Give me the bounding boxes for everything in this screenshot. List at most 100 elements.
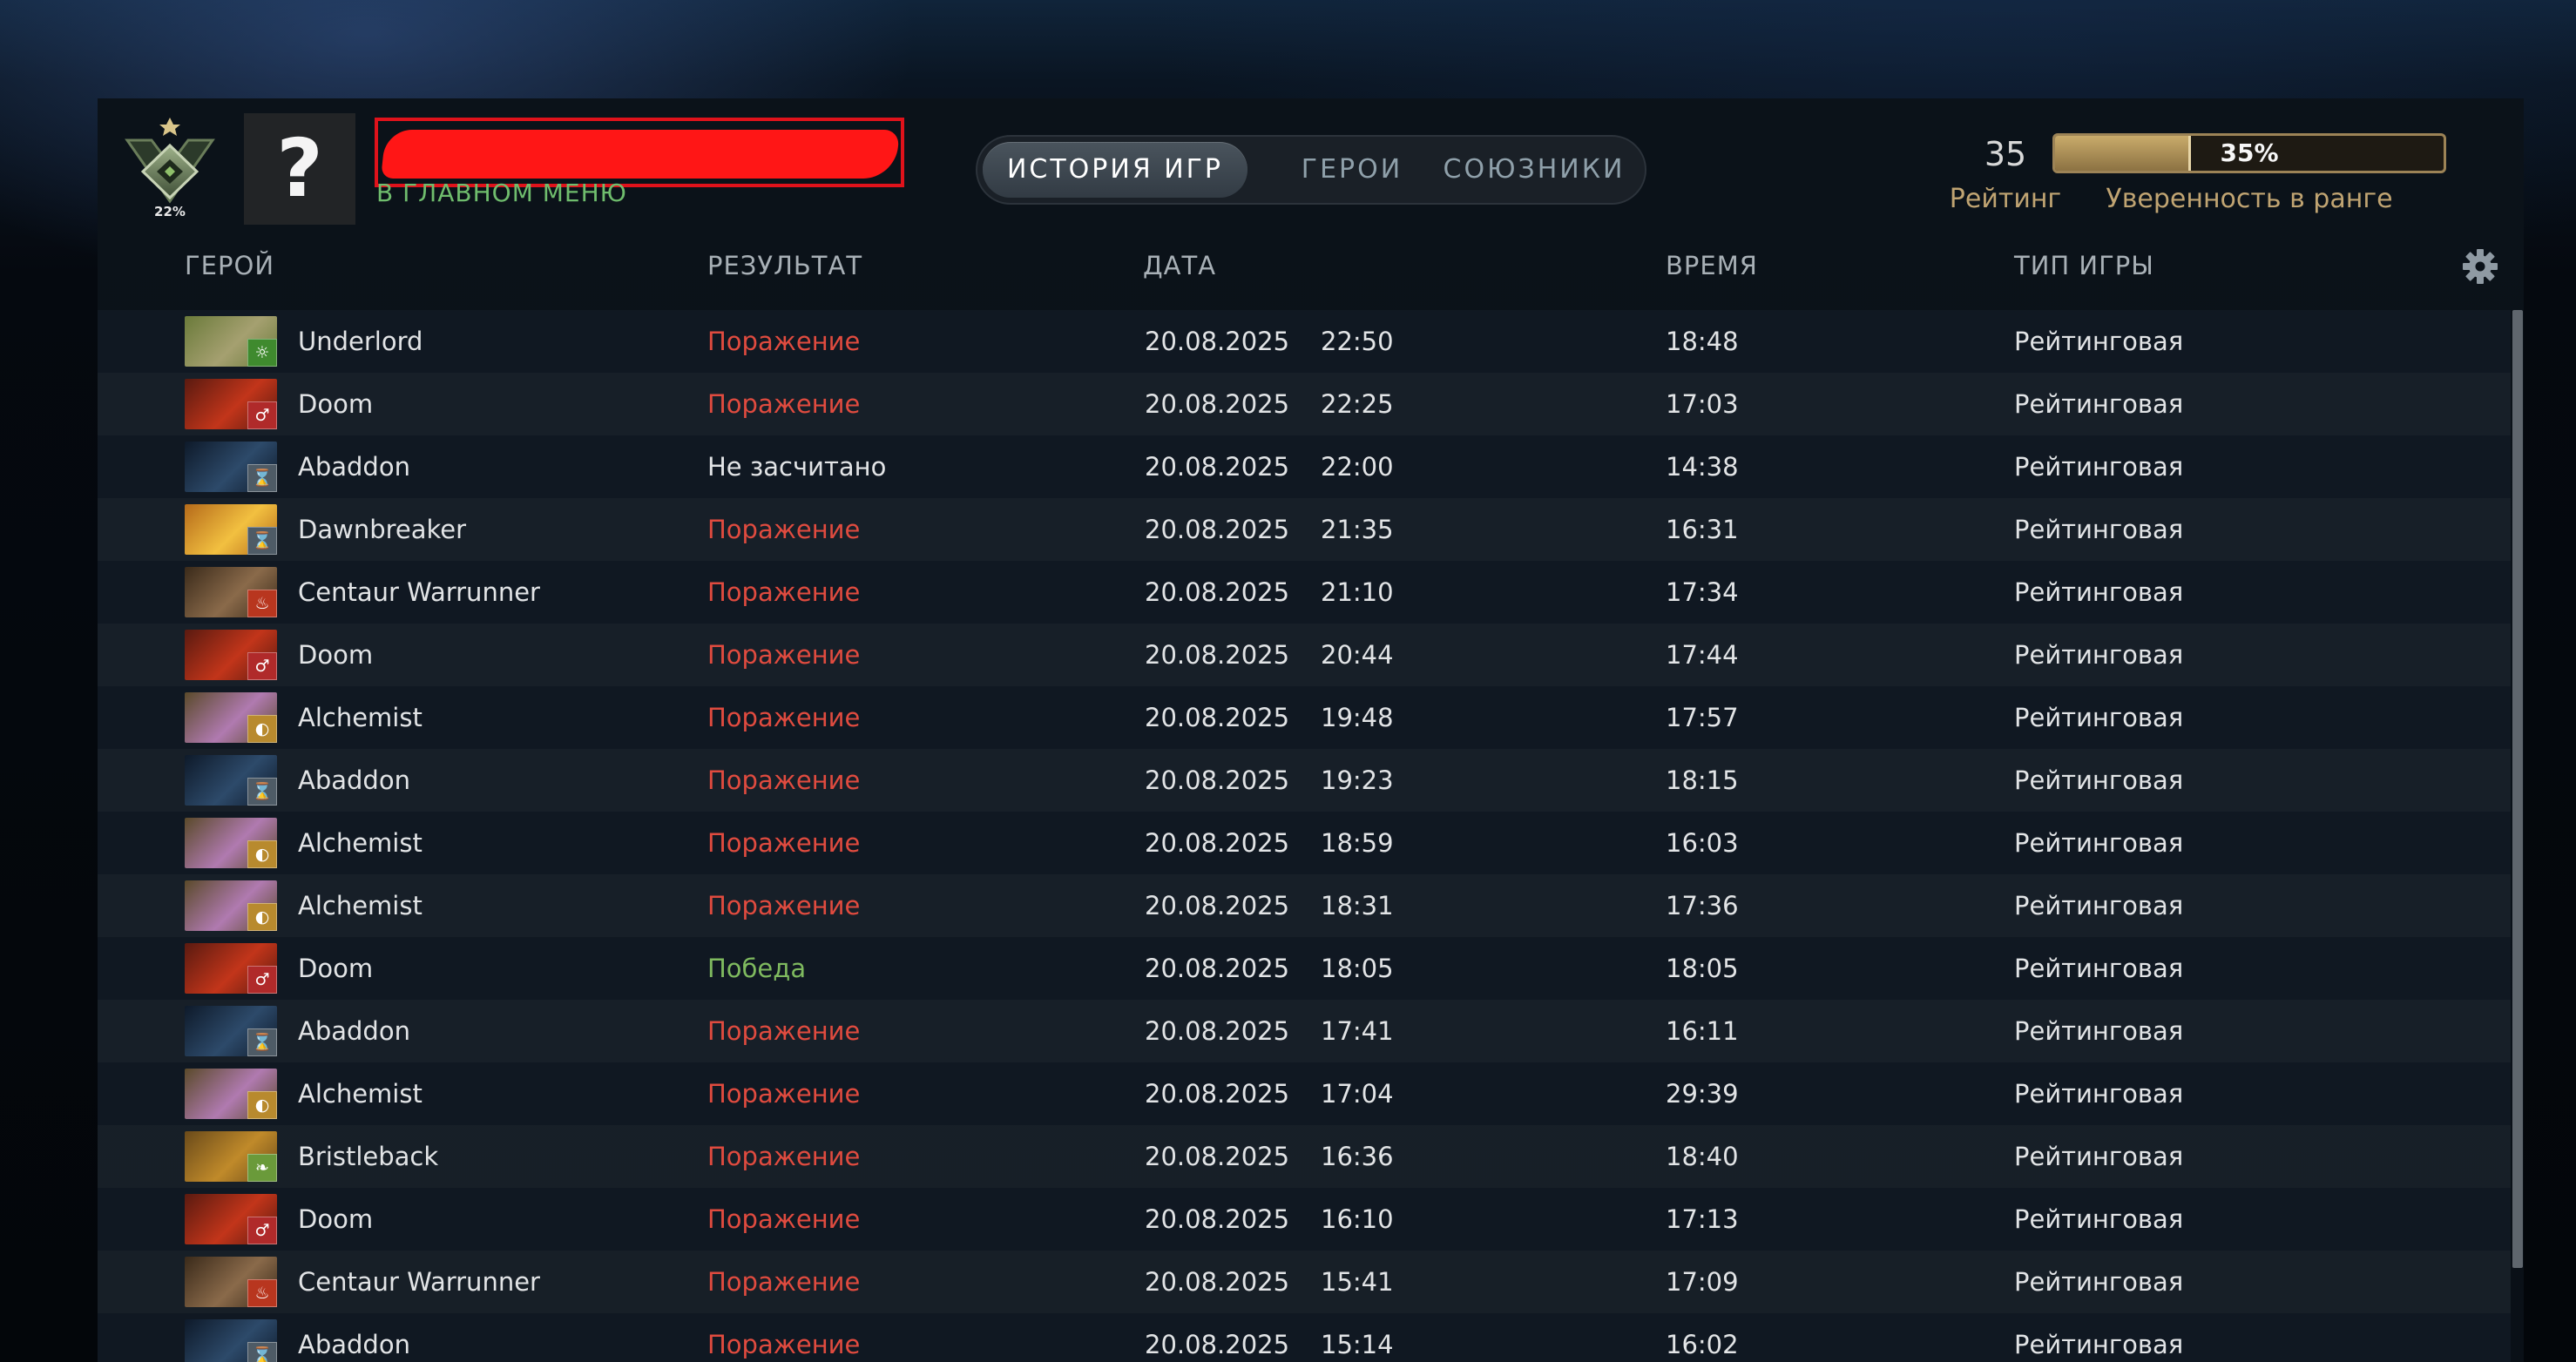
match-start-time: 18:31 [1321, 891, 1394, 920]
match-result: Поражение [707, 389, 861, 419]
table-row[interactable]: ◐ Alchemist Поражение 20.08.2025 19:48 17:57 Р… [98, 686, 2511, 749]
table-row[interactable]: ⌛ Abaddon Поражение 20.08.2025 15:14 16:02 Рей… [98, 1313, 2511, 1362]
match-start-time: 17:41 [1321, 1016, 1394, 1046]
match-duration: 17:36 [1666, 891, 1739, 920]
match-duration: 17:44 [1666, 640, 1739, 670]
match-list: ☼ Underlord Поражение 20.08.2025 22:50 18:48 Р… [98, 310, 2511, 1362]
table-row[interactable]: ♨ Centaur Warrunner Поражение 20.08.2025 21:… [98, 561, 2511, 624]
column-header-duration[interactable]: ВРЕМЯ [1666, 238, 1758, 293]
game-type: Рейтинговая [2014, 1204, 2184, 1234]
game-type: Рейтинговая [2014, 452, 2184, 482]
table-row[interactable]: ☼ Underlord Поражение 20.08.2025 22:50 18:48 Р… [98, 310, 2511, 373]
column-header-game-type[interactable]: ТИП ИГРЫ [2014, 238, 2154, 293]
match-duration: 16:03 [1666, 828, 1739, 858]
game-type: Рейтинговая [2014, 1079, 2184, 1109]
avatar[interactable]: ? [244, 113, 355, 225]
match-duration: 18:40 [1666, 1142, 1739, 1171]
table-row[interactable]: ◐ Alchemist Поражение 20.08.2025 18:31 17:36 Р… [98, 874, 2511, 937]
coin-icon: ◐ [247, 903, 277, 931]
match-date: 20.08.2025 [1145, 1016, 1290, 1046]
match-date: 20.08.2025 [1145, 703, 1290, 732]
redaction-scribble [381, 130, 900, 179]
table-row[interactable]: ♨ Centaur Warrunner Поражение 20.08.2025 15:… [98, 1251, 2511, 1313]
flame-icon: ♨ [247, 590, 277, 617]
match-result: Поражение [707, 765, 861, 795]
strength-icon: ♂ [247, 966, 277, 994]
hero-name: Doom [298, 954, 374, 983]
tab-match-history[interactable]: ИСТОРИЯ ИГР [983, 142, 1247, 198]
column-header-hero[interactable]: ГЕРОЙ [185, 238, 274, 293]
coin-icon: ◐ [247, 840, 277, 868]
hero-name: Doom [298, 1204, 374, 1234]
match-start-time: 18:59 [1321, 828, 1394, 858]
match-duration: 18:15 [1666, 765, 1739, 795]
rank-confidence-label: Уверенность в ранге [2106, 184, 2393, 214]
match-result: Поражение [707, 1204, 861, 1234]
coin-icon: ◐ [247, 1091, 277, 1119]
column-header-result[interactable]: РЕЗУЛЬТАТ [707, 238, 862, 293]
hourglass-icon: ⌛ [247, 1028, 277, 1056]
match-start-time: 18:05 [1321, 954, 1394, 983]
table-row[interactable]: ♂ Doom Поражение 20.08.2025 16:10 17:13 Рейтин… [98, 1188, 2511, 1251]
table-row[interactable]: ⌛ Abaddon Поражение 20.08.2025 17:41 16:11 Рей… [98, 1000, 2511, 1062]
hero-name: Abaddon [298, 1016, 410, 1046]
match-duration: 18:48 [1666, 327, 1739, 356]
table-header: ГЕРОЙ РЕЗУЛЬТАТ ДАТА ВРЕМЯ ТИП ИГРЫ [98, 238, 2524, 293]
match-duration: 17:57 [1666, 703, 1739, 732]
match-start-time: 19:23 [1321, 765, 1394, 795]
match-duration: 18:05 [1666, 954, 1739, 983]
column-header-date[interactable]: ДАТА [1143, 238, 1216, 293]
match-date: 20.08.2025 [1145, 891, 1290, 920]
match-start-time: 22:25 [1321, 389, 1394, 419]
hero-name: Dawnbreaker [298, 515, 467, 544]
table-row[interactable]: ◐ Alchemist Поражение 20.08.2025 18:59 16:03 Р… [98, 812, 2511, 874]
hourglass-icon: ⌛ [247, 778, 277, 806]
scrollbar[interactable] [2512, 310, 2523, 1268]
table-row[interactable]: ♂ Doom Поражение 20.08.2025 20:44 17:44 Рейтин… [98, 624, 2511, 686]
gear-icon[interactable] [2462, 248, 2498, 285]
match-result: Поражение [707, 1267, 861, 1297]
match-date: 20.08.2025 [1145, 389, 1290, 419]
match-duration: 16:02 [1666, 1330, 1739, 1359]
tab-heroes[interactable]: ГЕРОИ [1274, 142, 1430, 198]
table-row[interactable]: ♂ Doom Победа 20.08.2025 18:05 18:05 Рейтингов… [98, 937, 2511, 1000]
match-date: 20.08.2025 [1145, 640, 1290, 670]
hero-name: Abaddon [298, 452, 410, 482]
table-row[interactable]: ❧ Bristleback Поражение 20.08.2025 16:36 18:4… [98, 1125, 2511, 1188]
match-duration: 17:34 [1666, 577, 1739, 607]
player-status: В ГЛАВНОМ МЕНЮ [376, 179, 627, 207]
strength-icon: ♂ [247, 401, 277, 429]
table-row[interactable]: ♂ Doom Поражение 20.08.2025 22:25 17:03 Рейтин… [98, 373, 2511, 435]
match-date: 20.08.2025 [1145, 452, 1290, 482]
hero-name: Centaur Warrunner [298, 1267, 540, 1297]
game-type: Рейтинговая [2014, 327, 2184, 356]
table-row[interactable]: ⌛ Dawnbreaker Поражение 20.08.2025 21:35 16:3… [98, 498, 2511, 561]
hero-name: Alchemist [298, 891, 423, 920]
table-row[interactable]: ◐ Alchemist Поражение 20.08.2025 17:04 29:39 Р… [98, 1062, 2511, 1125]
game-type: Рейтинговая [2014, 1267, 2184, 1297]
rank-medal-icon[interactable]: 22% [117, 114, 223, 226]
match-date: 20.08.2025 [1145, 577, 1290, 607]
game-type: Рейтинговая [2014, 828, 2184, 858]
match-result: Поражение [707, 640, 861, 670]
match-date: 20.08.2025 [1145, 515, 1290, 544]
match-date: 20.08.2025 [1145, 1204, 1290, 1234]
match-duration: 17:03 [1666, 389, 1739, 419]
game-type: Рейтинговая [2014, 703, 2184, 732]
match-result: Поражение [707, 703, 861, 732]
tab-bar: ИСТОРИЯ ИГР ГЕРОИ СОЮЗНИКИ [976, 135, 1646, 205]
hero-name: Alchemist [298, 828, 423, 858]
flame-icon: ♨ [247, 1279, 277, 1307]
hourglass-icon: ⌛ [247, 1342, 277, 1362]
match-result: Поражение [707, 515, 861, 544]
match-result: Поражение [707, 1079, 861, 1109]
sun-icon: ☼ [247, 339, 277, 367]
table-row[interactable]: ⌛ Abaddon Не засчитано 20.08.2025 22:00 14:38… [98, 435, 2511, 498]
tab-allies[interactable]: СОЮЗНИКИ [1430, 142, 1638, 198]
hero-name: Abaddon [298, 765, 410, 795]
hero-name: Abaddon [298, 1330, 410, 1359]
match-date: 20.08.2025 [1145, 1079, 1290, 1109]
game-type: Рейтинговая [2014, 765, 2184, 795]
match-start-time: 16:10 [1321, 1204, 1394, 1234]
table-row[interactable]: ⌛ Abaddon Поражение 20.08.2025 19:23 18:15 Рей… [98, 749, 2511, 812]
